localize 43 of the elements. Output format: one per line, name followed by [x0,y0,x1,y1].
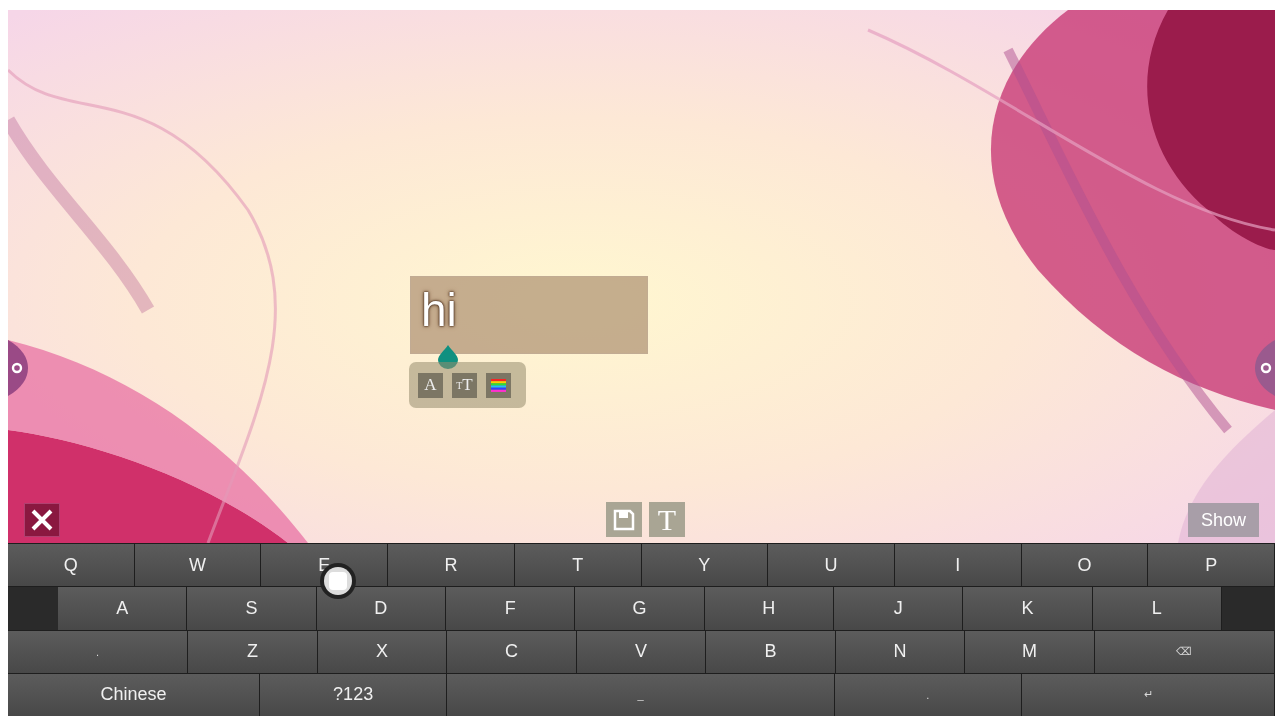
key[interactable]: I [894,544,1022,587]
typed-text: hi [421,287,457,333]
key[interactable]: Chinese [8,673,260,716]
key[interactable]: ↵ [1022,673,1275,716]
key[interactable]: _ [447,673,835,716]
key[interactable]: O [1021,544,1149,587]
key[interactable]: G [575,587,705,630]
key[interactable]: Z [188,630,318,673]
color-button[interactable] [486,372,511,398]
gear-icon[interactable] [8,340,28,396]
key[interactable]: . [8,630,189,673]
key[interactable]: N [835,630,966,673]
gear-icon[interactable] [1254,340,1275,396]
key[interactable]: ⌫ [1094,630,1275,673]
key[interactable]: ?123 [260,673,448,716]
close-button[interactable] [24,503,60,537]
key[interactable]: A [58,587,188,630]
key[interactable]: B [706,630,836,673]
key[interactable]: V [576,630,707,673]
key[interactable]: U [768,544,895,587]
text-size-button[interactable]: TT [452,372,477,398]
key[interactable]: Y [641,544,769,587]
key[interactable]: J [833,587,964,630]
font-button[interactable]: A [418,372,443,398]
key[interactable]: M [965,630,1095,673]
rainbow-palette-icon [491,378,506,392]
key[interactable]: Q [8,544,135,587]
key[interactable]: . [834,673,1022,716]
save-icon [612,507,636,532]
key[interactable]: X [317,630,448,673]
key[interactable]: T [514,544,642,587]
key[interactable]: R [388,544,515,587]
close-icon [30,508,54,532]
key[interactable]: W [134,544,262,587]
key[interactable]: H [704,587,834,630]
key[interactable]: L [1092,587,1222,630]
cursor-handle-icon[interactable] [438,345,458,369]
key[interactable]: S [187,587,317,630]
key[interactable]: K [963,587,1093,630]
key[interactable]: F [446,587,576,630]
key[interactable]: C [447,630,577,673]
key[interactable]: D [316,587,446,630]
key[interactable]: P [1148,544,1275,587]
